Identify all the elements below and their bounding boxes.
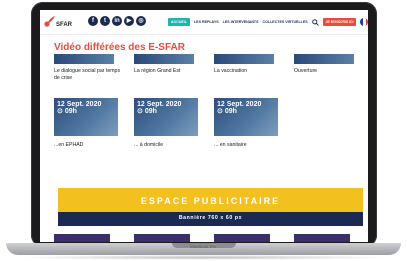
footer-thumbnail[interactable] xyxy=(214,234,270,242)
section-title: Vidéo différées des E-SFAR xyxy=(54,42,185,53)
laptop-shadow xyxy=(14,255,393,260)
video-caption[interactable]: ... à domicile xyxy=(134,142,163,149)
youtube-icon[interactable]: ▶ xyxy=(124,16,134,26)
video-thumbnail[interactable] xyxy=(214,54,274,64)
video-caption[interactable]: La vaccination xyxy=(214,68,284,75)
laptop-screen: SFAR f t in ▶ ◎ ACCUEIL LES REPLAYS LES … xyxy=(40,10,368,242)
video-thumbnail[interactable] xyxy=(294,54,354,64)
card-time: ⊙ 09h xyxy=(137,108,157,115)
device-label: MacBook Pro xyxy=(190,244,217,249)
card-date: 12 Sept. 2020 xyxy=(137,101,182,108)
facebook-icon[interactable]: f xyxy=(88,16,98,26)
footer-thumbnail[interactable] xyxy=(294,234,350,242)
ad-subtitle: Bannière 760 x 60 px xyxy=(178,215,243,221)
video-caption[interactable]: Le dialogue social par temps de crise xyxy=(54,68,124,82)
logo-text[interactable]: SFAR xyxy=(56,22,72,28)
twitter-icon[interactable]: t xyxy=(100,16,110,26)
nav-item-replays[interactable]: LES REPLAYS xyxy=(194,20,219,24)
card-date: 12 Sept. 2020 xyxy=(57,101,102,108)
video-caption[interactable]: ... en sanitaire xyxy=(214,142,247,149)
instagram-icon[interactable]: ◎ xyxy=(136,16,146,26)
nav-item-collectes[interactable]: COLLECTES VIRTUELLES xyxy=(263,20,308,24)
logo-icon[interactable] xyxy=(44,15,56,27)
card-time: ⊙ 09h xyxy=(57,108,77,115)
card-time-value: 09h xyxy=(64,108,77,115)
video-caption[interactable]: Ouverture xyxy=(294,68,354,75)
footer-thumbnail[interactable] xyxy=(54,234,110,242)
video-card[interactable]: 12 Sept. 2020 ⊙ 09h xyxy=(214,98,278,136)
social-links: f t in ▶ ◎ xyxy=(88,16,146,26)
video-thumbnail[interactable] xyxy=(134,54,194,64)
video-card[interactable]: 12 Sept. 2020 ⊙ 09h xyxy=(134,98,198,136)
footer-thumbnail[interactable] xyxy=(134,234,190,242)
linkedin-icon[interactable]: in xyxy=(112,16,122,26)
video-caption[interactable]: ...en EPHAD xyxy=(54,142,83,149)
card-time-value: 09h xyxy=(144,108,157,115)
card-date: 12 Sept. 2020 xyxy=(217,101,262,108)
card-time-value: 09h xyxy=(224,108,237,115)
main-nav: ACCUEIL LES REPLAYS LES INTERVENANTS COL… xyxy=(168,18,368,26)
ad-banner[interactable]: ESPACE PUBLICITAIRE Bannière 760 x 60 px xyxy=(58,188,363,226)
video-caption[interactable]: La région Grand Est xyxy=(134,68,209,75)
search-icon[interactable] xyxy=(311,18,319,26)
video-card[interactable]: 12 Sept. 2020 ⊙ 09h xyxy=(54,98,118,136)
subscribe-button[interactable]: JE M'INSCRIS ICI xyxy=(322,18,357,26)
video-thumbnail[interactable] xyxy=(54,54,114,64)
nav-item-intervenants[interactable]: LES INTERVENANTS xyxy=(223,20,259,24)
card-time: ⊙ 09h xyxy=(217,108,237,115)
site-header: SFAR f t in ▶ ◎ ACCUEIL LES REPLAYS LES … xyxy=(40,10,368,35)
ad-title: ESPACE PUBLICITAIRE xyxy=(140,196,281,206)
nav-item-accueil[interactable]: ACCUEIL xyxy=(168,18,190,26)
french-flag-icon[interactable] xyxy=(360,18,368,26)
